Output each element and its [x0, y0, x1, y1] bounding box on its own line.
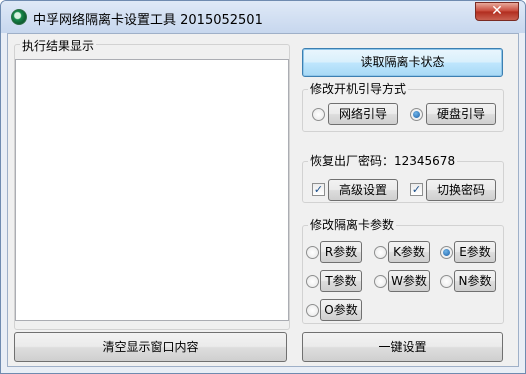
restore-group-legend: 恢复出厂密码：12345678: [308, 152, 458, 169]
disk-boot-button[interactable]: 硬盘引导: [426, 103, 496, 125]
e-param-button[interactable]: E参数: [454, 241, 496, 263]
n-param-button[interactable]: N参数: [454, 270, 496, 292]
result-group-legend: 执行结果显示: [20, 37, 97, 54]
r-param-button[interactable]: R参数: [320, 241, 362, 263]
main-window: 中孚网络隔离卡设置工具 2015052501 ✕ 执行结果显示 读取隔离卡状态 …: [0, 0, 526, 374]
switch-password-checkbox[interactable]: ✓: [410, 183, 423, 196]
t-param-radio[interactable]: [306, 275, 319, 288]
e-param-radio[interactable]: [440, 246, 453, 259]
title-bar[interactable]: 中孚网络隔离卡设置工具 2015052501 ✕: [1, 1, 525, 33]
clear-display-button[interactable]: 清空显示窗口内容: [14, 332, 287, 362]
app-logo-icon: [11, 9, 27, 25]
param-group-legend: 修改隔离卡参数: [308, 216, 397, 233]
t-param-button[interactable]: T参数: [320, 270, 362, 292]
network-boot-button[interactable]: 网络引导: [328, 103, 398, 125]
r-param-radio[interactable]: [306, 246, 319, 259]
client-area: 执行结果显示 读取隔离卡状态 修改开机引导方式 网络引导 硬盘引导 恢复出厂密码…: [7, 33, 519, 367]
w-param-radio[interactable]: [374, 275, 387, 288]
network-boot-radio[interactable]: [312, 108, 325, 121]
boot-group-legend: 修改开机引导方式: [308, 80, 409, 97]
advanced-settings-button[interactable]: 高级设置: [328, 179, 398, 201]
w-param-button[interactable]: W参数: [388, 270, 430, 292]
k-param-radio[interactable]: [374, 246, 387, 259]
k-param-button[interactable]: K参数: [388, 241, 430, 263]
o-param-button[interactable]: O参数: [320, 299, 362, 321]
close-button[interactable]: ✕: [475, 2, 519, 21]
o-param-radio[interactable]: [306, 304, 319, 317]
read-status-button[interactable]: 读取隔离卡状态: [302, 48, 503, 77]
result-log[interactable]: [15, 59, 289, 321]
advanced-settings-checkbox[interactable]: ✓: [312, 183, 325, 196]
n-param-radio[interactable]: [440, 275, 453, 288]
window-title: 中孚网络隔离卡设置工具 2015052501: [33, 13, 263, 28]
switch-password-button[interactable]: 切换密码: [426, 179, 496, 201]
one-click-setup-button[interactable]: 一键设置: [302, 332, 503, 362]
disk-boot-radio[interactable]: [410, 108, 423, 121]
